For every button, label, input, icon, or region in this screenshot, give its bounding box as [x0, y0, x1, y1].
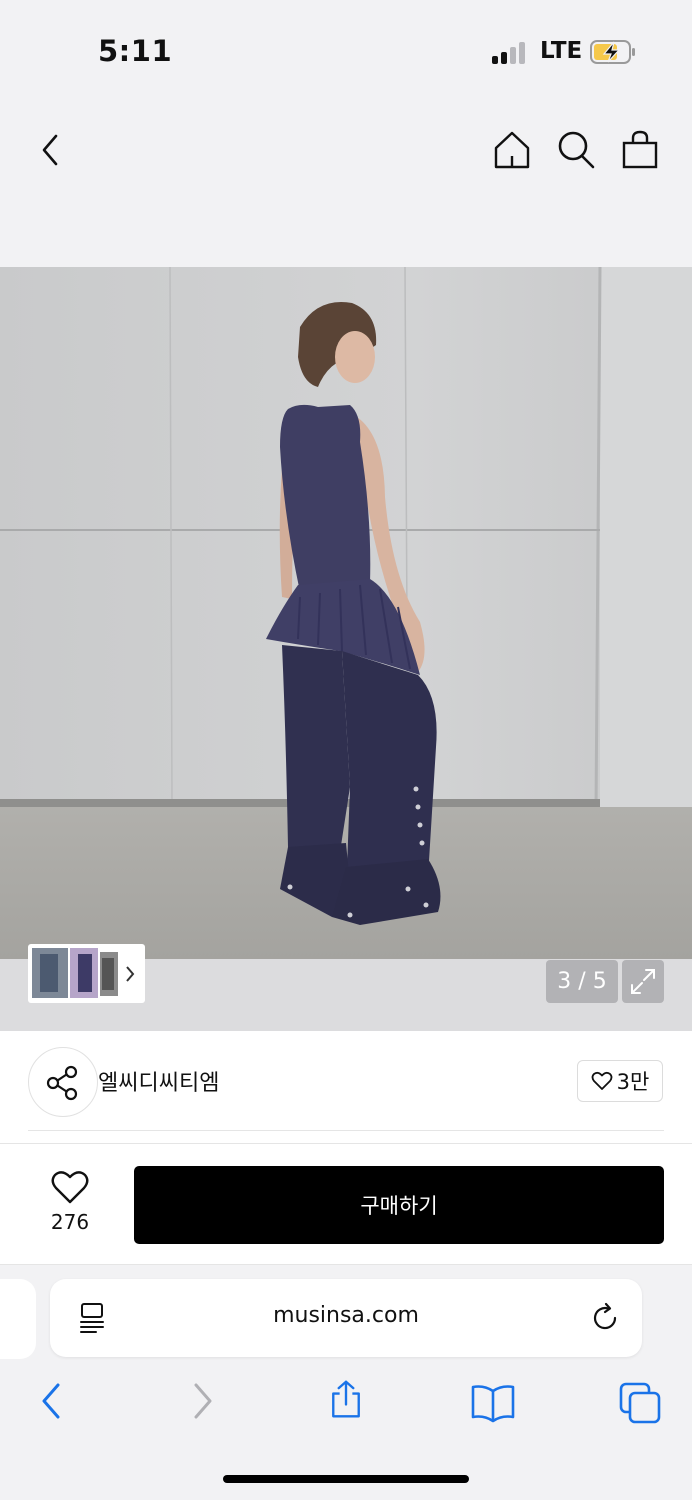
previous-tab-card[interactable]: [0, 1279, 36, 1359]
browser-toolbar: musinsa.com: [0, 1265, 692, 1500]
wish-button[interactable]: 276: [40, 1168, 100, 1238]
heart-icon: [51, 1171, 89, 1204]
buy-button[interactable]: 구매하기: [134, 1166, 664, 1244]
address-bar[interactable]: musinsa.com: [50, 1279, 642, 1357]
cellular-signal-icon: [492, 40, 530, 64]
expand-icon[interactable]: [622, 960, 664, 1003]
status-time: 5:11: [98, 34, 173, 68]
purchase-bar: 276 구매하기: [0, 1143, 692, 1265]
network-type: LTE: [540, 38, 583, 64]
back-icon[interactable]: [28, 128, 72, 172]
battery-charging-icon: [590, 40, 635, 64]
heart-icon: [591, 1071, 613, 1090]
product-photo: [0, 267, 692, 959]
url-text: musinsa.com: [273, 1303, 419, 1328]
brand-like-count: 3만: [616, 1070, 650, 1094]
brand-row: 엘씨디씨티엠 3만: [0, 1031, 692, 1143]
image-counter: 3 / 5: [546, 960, 618, 1003]
share-button[interactable]: [28, 1047, 98, 1117]
bookmarks-icon[interactable]: [470, 1383, 516, 1423]
share-icon: [46, 1065, 78, 1101]
brand-name[interactable]: 엘씨디씨티엠: [98, 1065, 219, 1097]
status-bar: 5:11 LTE: [0, 0, 692, 100]
product-nav-bar: [0, 100, 692, 267]
browser-share-icon[interactable]: [326, 1379, 366, 1419]
shopping-bag-icon[interactable]: [618, 128, 662, 172]
brand-like-button[interactable]: 3만: [577, 1060, 663, 1102]
search-icon[interactable]: [554, 128, 598, 172]
browser-back-icon[interactable]: [32, 1381, 72, 1421]
thumbnail-preview-button[interactable]: [28, 944, 145, 1003]
browser-forward-icon[interactable]: [182, 1381, 222, 1421]
product-image[interactable]: [0, 267, 692, 959]
home-icon[interactable]: [490, 128, 534, 172]
reload-icon[interactable]: [588, 1301, 622, 1335]
wish-count: 276: [50, 1210, 90, 1234]
divider: [28, 1130, 664, 1131]
home-indicator: [223, 1475, 469, 1483]
tabs-icon[interactable]: [618, 1381, 662, 1425]
